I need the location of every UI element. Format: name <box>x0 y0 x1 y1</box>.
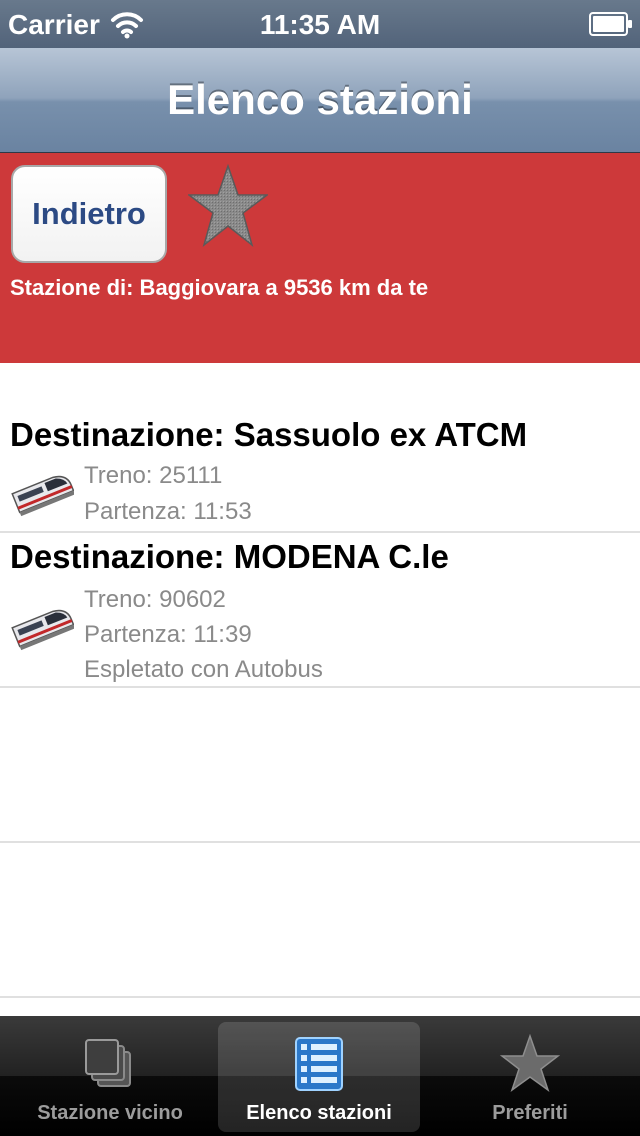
list-item[interactable]: Destinazione: Sassuolo ex ATCM Treno: 25… <box>0 363 640 533</box>
station-info: Stazione di: Baggiovara a 9536 km da te <box>10 275 429 300</box>
train-icon <box>11 609 74 651</box>
empty-row <box>0 843 640 998</box>
train-number: Treno: 25111 <box>84 462 223 489</box>
stacked-windows-icon <box>85 1039 131 1087</box>
list-item[interactable]: Destinazione: MODENA C.le Treno: 90602 P… <box>0 533 640 688</box>
train-icon <box>11 475 74 517</box>
departure-time: Partenza: 11:53 <box>84 498 252 525</box>
page-title: Elenco stazioni <box>167 76 473 123</box>
train-list: Destinazione: Sassuolo ex ATCM Treno: 25… <box>0 363 640 1016</box>
list-icon <box>295 1037 343 1091</box>
back-button[interactable]: Indietro <box>11 165 167 263</box>
station-header: Indietro Stazione di: Baggiovara a 9536 … <box>0 153 640 363</box>
navigation-bar: Elenco stazioni <box>0 48 640 153</box>
status-bar: Carrier 11:35 AM <box>0 0 640 48</box>
battery-icon <box>589 12 632 36</box>
tab-bar: Stazione vicino Elenco stazioni Preferit… <box>0 1016 640 1136</box>
tab-stazione-vicino[interactable]: Stazione vicino <box>10 1022 210 1132</box>
train-number: Treno: 90602 <box>84 586 226 613</box>
departure-time: Partenza: 11:39 <box>84 621 252 648</box>
star-icon[interactable] <box>188 163 268 249</box>
service-note: Espletato con Autobus <box>84 656 323 683</box>
tab-label: Preferiti <box>492 1102 568 1124</box>
clock: 11:35 AM <box>259 9 381 40</box>
star-icon <box>500 1034 560 1092</box>
destination-label: Destinazione: Sassuolo ex ATCM <box>10 416 528 453</box>
tab-label: Stazione vicino <box>37 1102 183 1124</box>
empty-row <box>0 688 640 843</box>
tab-elenco-stazioni[interactable]: Elenco stazioni <box>218 1022 420 1132</box>
tab-preferiti[interactable]: Preferiti <box>430 1022 630 1132</box>
destination-label: Destinazione: MODENA C.le <box>10 538 449 575</box>
tab-label: Elenco stazioni <box>246 1102 392 1124</box>
